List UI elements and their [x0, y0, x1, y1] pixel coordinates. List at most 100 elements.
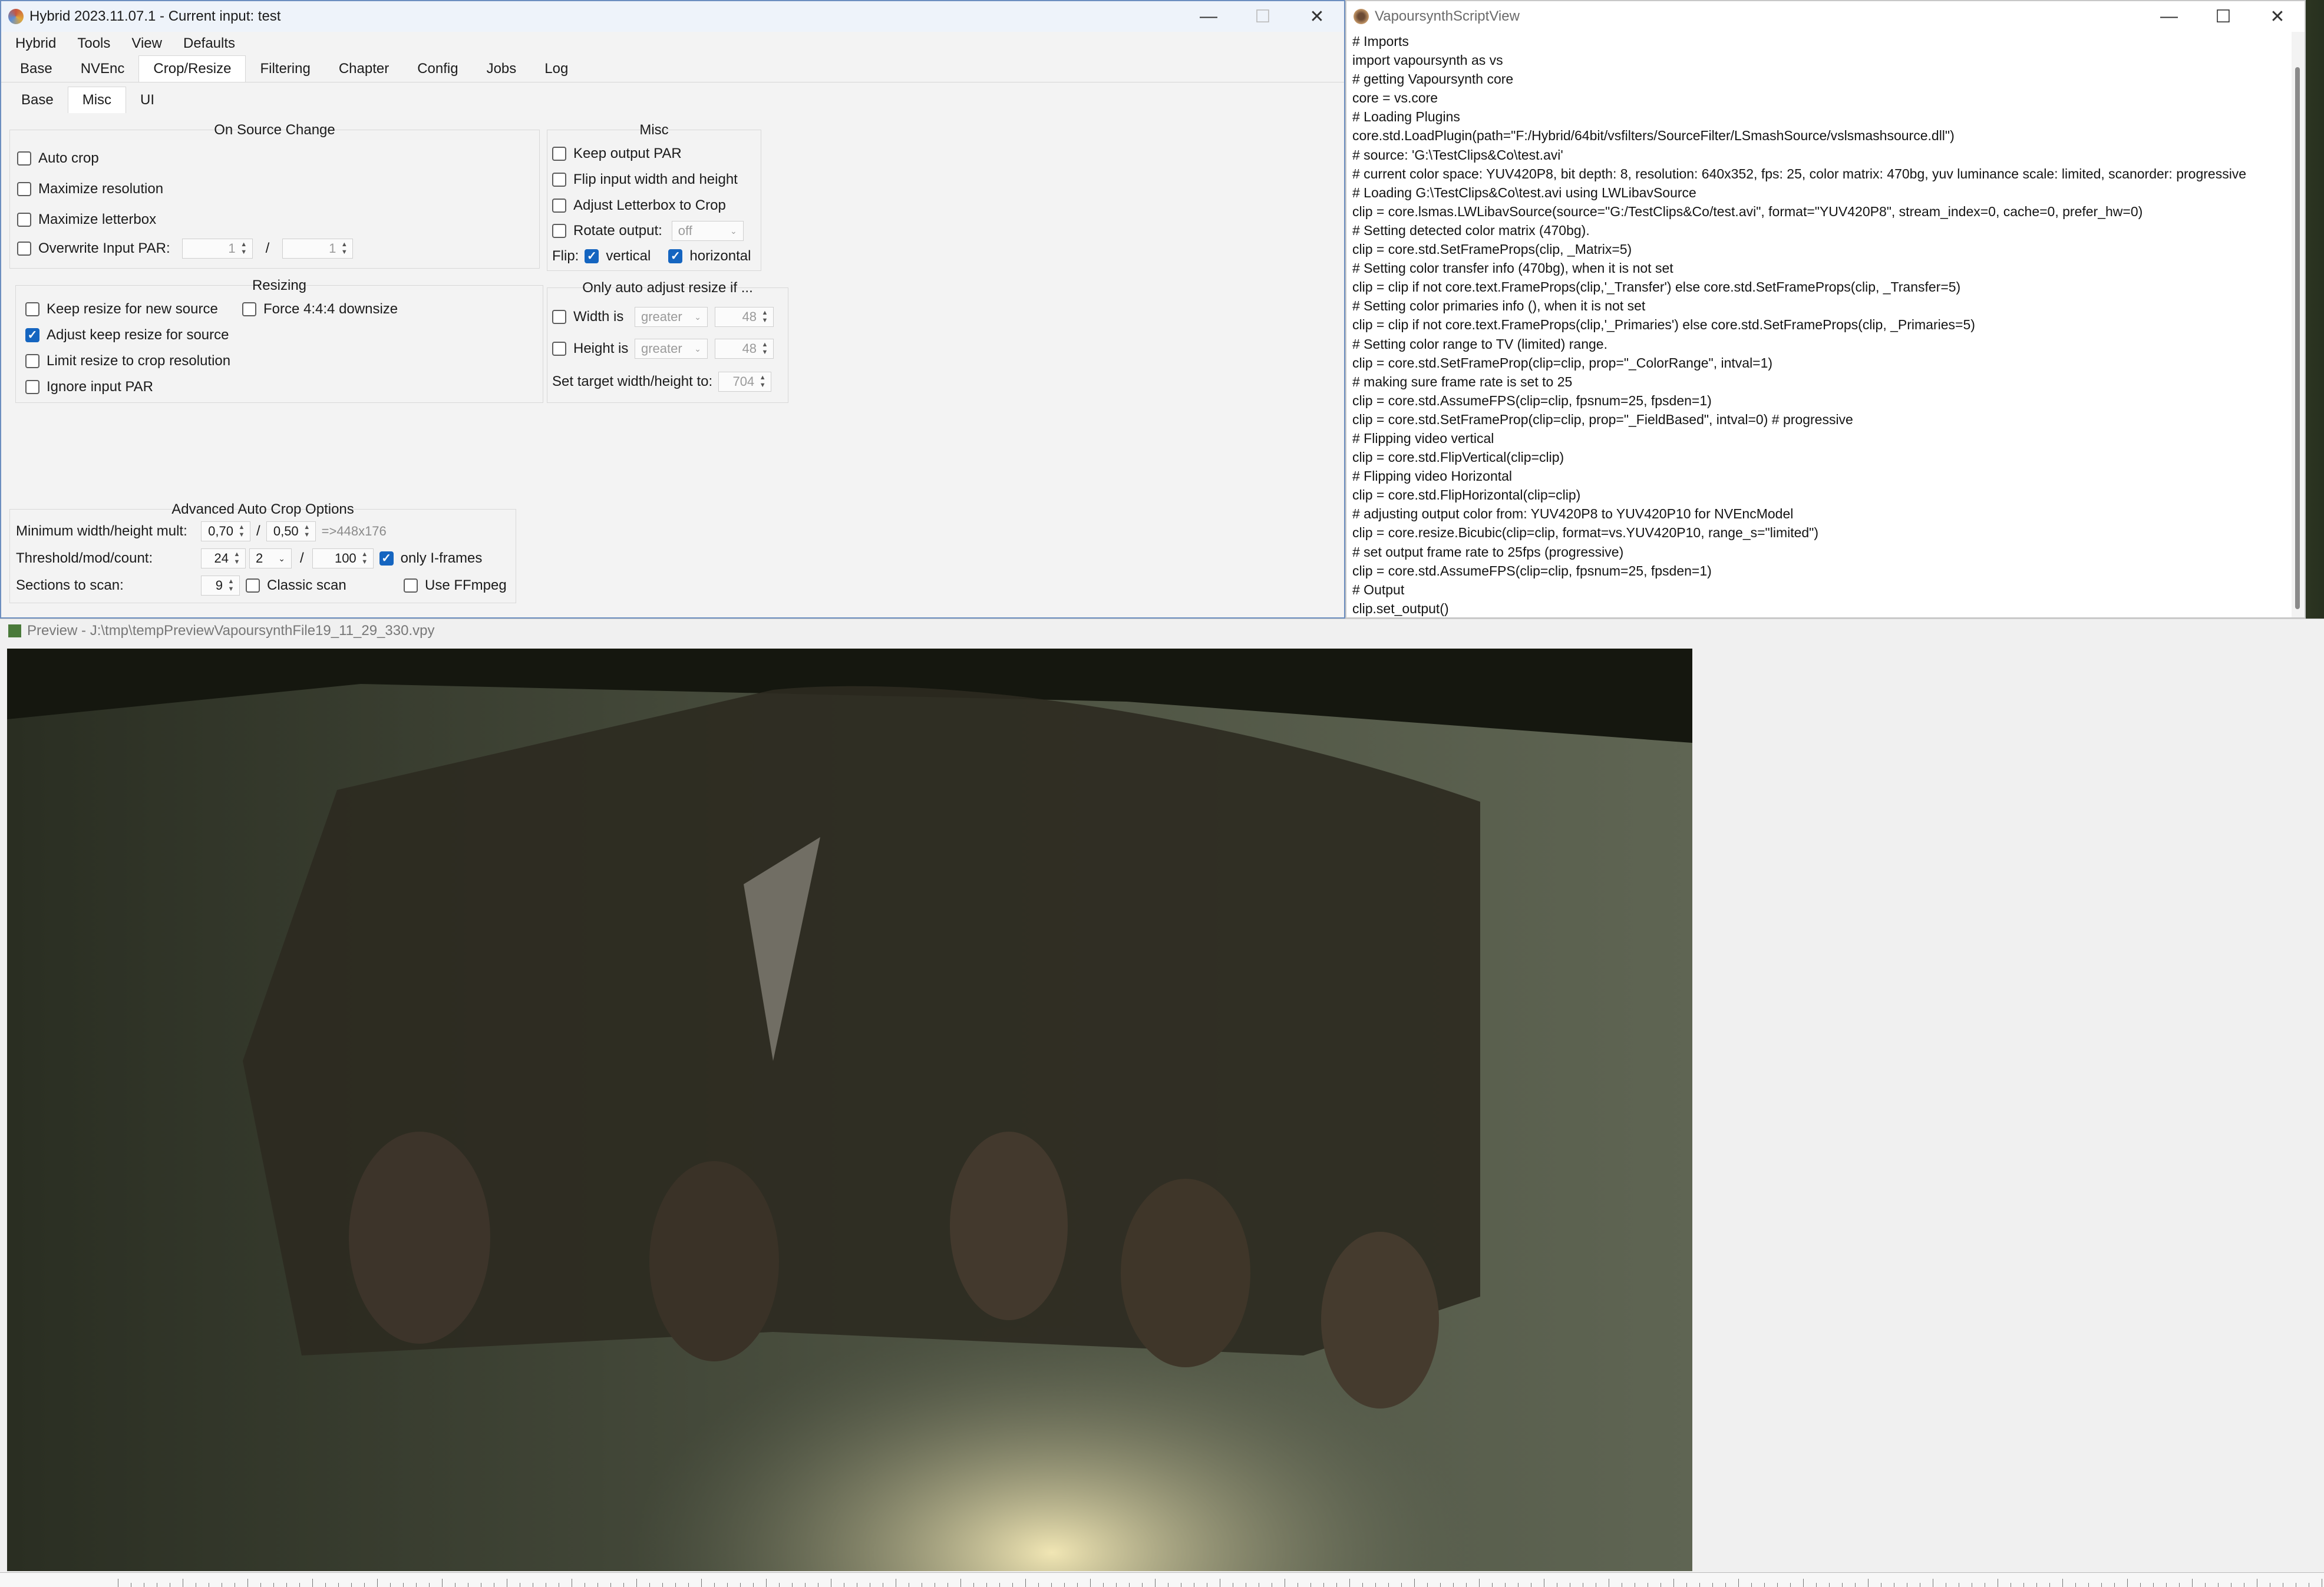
keep-output-par-option[interactable]: Keep output PAR: [552, 146, 682, 162]
code-line: # Setting color transfer info (470bg), w…: [1352, 260, 1673, 276]
tab-config[interactable]: Config: [403, 56, 472, 82]
par-denominator-spinner[interactable]: 1 ▲ ▼: [282, 239, 354, 259]
rotate-output-option[interactable]: Rotate output: off ⌄: [552, 221, 744, 241]
auto-adjust-group: Only auto adjust resize if ... Width is …: [547, 280, 788, 403]
flip-vertical-checkbox[interactable]: [585, 249, 599, 263]
preview-timeline-ruler[interactable]: [0, 1572, 2324, 1587]
sections-spinner[interactable]: 9 ▲ ▼: [201, 576, 240, 596]
threshold-spinner[interactable]: 24 ▲ ▼: [201, 548, 246, 568]
rotate-output-select[interactable]: off ⌄: [671, 221, 744, 241]
script-minimize-button[interactable]: —: [2142, 1, 2196, 32]
width-is-checkbox[interactable]: [552, 310, 566, 324]
script-view-window: VapoursynthScriptView — ☐ ✕ # Imports imp…: [1345, 0, 2306, 619]
keep-output-par-checkbox[interactable]: [552, 147, 566, 161]
hybrid-titlebar[interactable]: Hybrid 2023.11.07.1 - Current input: tes…: [1, 1, 1344, 32]
only-iframes-checkbox[interactable]: [379, 551, 394, 566]
keep-resize-checkbox[interactable]: [25, 302, 39, 316]
keep-resize-option[interactable]: Keep resize for new source: [25, 301, 218, 318]
classic-scan-checkbox[interactable]: [246, 578, 260, 593]
adjust-letterbox-option[interactable]: Adjust Letterbox to Crop: [552, 197, 726, 214]
menu-view[interactable]: View: [121, 35, 173, 52]
ignore-par-checkbox[interactable]: [25, 380, 39, 394]
subtab-misc[interactable]: Misc: [67, 87, 127, 113]
ignore-par-option[interactable]: Ignore input PAR: [25, 379, 153, 395]
minimize-button[interactable]: —: [1181, 1, 1236, 32]
adjust-letterbox-checkbox[interactable]: [552, 199, 566, 213]
count-separator: /: [300, 550, 304, 566]
script-scrollbar-thumb[interactable]: [2295, 67, 2300, 609]
script-scrollbar[interactable]: [2292, 32, 2305, 617]
overwrite-par-option[interactable]: Overwrite Input PAR: 1 ▲ ▼ / 1 ▲ ▼: [17, 239, 354, 259]
target-value-spinner[interactable]: 704 ▲ ▼: [718, 372, 772, 392]
width-value-spinner[interactable]: 48 ▲ ▼: [715, 307, 774, 327]
width-compare-select[interactable]: greater ⌄: [635, 307, 708, 327]
width-is-option[interactable]: Width is greater ⌄ 48 ▲ ▼: [552, 307, 774, 327]
menu-tools[interactable]: Tools: [67, 35, 121, 52]
menu-hybrid[interactable]: Hybrid: [5, 35, 67, 52]
adjust-keep-resize-checkbox[interactable]: [25, 328, 39, 342]
auto-crop-checkbox[interactable]: [17, 151, 31, 166]
overwrite-par-label: Overwrite Input PAR:: [38, 240, 170, 256]
mult-width-spinner[interactable]: 0,70 ▲ ▼: [201, 521, 250, 541]
hybrid-title: Hybrid 2023.11.07.1 - Current input: tes…: [29, 8, 281, 24]
maximize-resolution-option[interactable]: Maximize resolution: [17, 181, 163, 197]
preview-titlebar[interactable]: Preview - J:\tmp\tempPreviewVapoursynthF…: [0, 619, 2324, 643]
tab-base[interactable]: Base: [6, 56, 67, 82]
par-separator: /: [265, 240, 270, 256]
height-is-option[interactable]: Height is greater ⌄ 48 ▲ ▼: [552, 339, 774, 359]
on-source-change-title: On Source Change: [214, 122, 335, 138]
maximize-letterbox-option[interactable]: Maximize letterbox: [17, 211, 156, 228]
code-line: # Flipping video vertical: [1352, 430, 1494, 446]
height-compare-select[interactable]: greater ⌄: [635, 339, 708, 359]
limit-resize-option[interactable]: Limit resize to crop resolution: [25, 353, 230, 369]
subtab-base[interactable]: Base: [7, 87, 68, 113]
adjust-keep-resize-option[interactable]: Adjust keep resize for source: [25, 327, 229, 343]
ruler-tick: [1479, 1579, 1480, 1587]
tab-crop-resize[interactable]: Crop/Resize: [138, 55, 246, 82]
tab-jobs[interactable]: Jobs: [473, 56, 531, 82]
overwrite-par-checkbox[interactable]: [17, 242, 31, 256]
par-numerator-spinner[interactable]: 1 ▲ ▼: [181, 239, 253, 259]
advanced-crop-title: Advanced Auto Crop Options: [171, 501, 354, 517]
mod-select[interactable]: 2 ⌄: [249, 548, 292, 568]
flip-row: Flip: vertical horizontal: [552, 248, 751, 264]
script-view-titlebar[interactable]: VapoursynthScriptView — ☐ ✕: [1346, 1, 2305, 32]
maximize-button[interactable]: ☐: [1236, 1, 1290, 32]
auto-crop-option[interactable]: Auto crop: [17, 150, 99, 167]
script-maximize-button[interactable]: ☐: [2196, 1, 2250, 32]
script-close-button[interactable]: ✕: [2250, 1, 2305, 32]
ruler-tick: [1868, 1579, 1869, 1587]
rotate-output-checkbox[interactable]: [552, 224, 566, 238]
code-line: clip = clip if not core.text.FrameProps(…: [1352, 279, 1961, 295]
flip-horizontal-checkbox[interactable]: [668, 249, 683, 263]
height-is-checkbox[interactable]: [552, 342, 566, 356]
mult-separator: /: [256, 523, 260, 539]
preview-video-frame[interactable]: [7, 649, 1692, 1571]
flip-input-checkbox[interactable]: [552, 173, 566, 187]
flip-input-option[interactable]: Flip input width and height: [552, 171, 738, 188]
use-ffmpeg-checkbox[interactable]: [404, 578, 418, 593]
count-spinner[interactable]: 100 ▲ ▼: [312, 548, 374, 568]
maximize-letterbox-checkbox[interactable]: [17, 213, 31, 227]
menu-defaults[interactable]: Defaults: [173, 35, 246, 52]
height-value-spinner[interactable]: 48 ▲ ▼: [715, 339, 774, 359]
maximize-resolution-checkbox[interactable]: [17, 182, 31, 196]
code-line: # Output: [1352, 581, 1405, 597]
tab-log[interactable]: Log: [530, 56, 582, 82]
code-line: clip = core.std.FlipHorizontal(clip=clip…: [1352, 487, 1581, 503]
force-444-checkbox[interactable]: [242, 302, 256, 316]
min-mult-row: Minimum width/height mult: 0,70 ▲ ▼ / 0,50…: [16, 521, 387, 541]
force-444-option[interactable]: Force 4:4:4 downsize: [242, 301, 398, 318]
mult-height-spinner[interactable]: 0,50 ▲ ▼: [266, 521, 316, 541]
tab-nvenc[interactable]: NVEnc: [67, 56, 139, 82]
on-source-change-group: On Source Change Auto crop Maximize reso…: [9, 122, 540, 269]
close-button[interactable]: ✕: [1290, 1, 1344, 32]
subtab-ui[interactable]: UI: [126, 87, 169, 113]
tab-filtering[interactable]: Filtering: [246, 56, 324, 82]
classic-scan-label: Classic scan: [267, 577, 346, 593]
limit-resize-checkbox[interactable]: [25, 354, 39, 368]
tab-chapter[interactable]: Chapter: [325, 56, 403, 82]
script-code-editor[interactable]: # Imports import vapoursynth as vs # getti…: [1352, 32, 2287, 618]
ruler-tick: [1803, 1579, 1804, 1587]
use-ffmpeg-label: Use FFmpeg: [425, 577, 507, 593]
